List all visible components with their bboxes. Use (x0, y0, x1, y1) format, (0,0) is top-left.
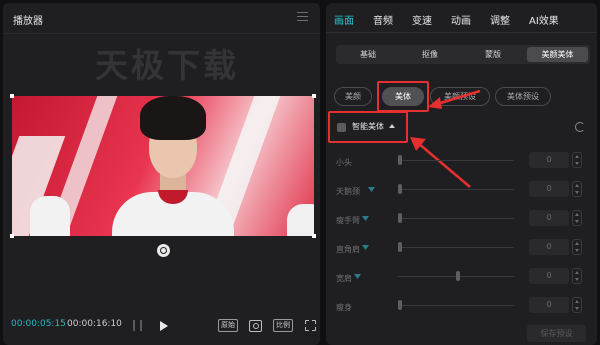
smart-body-checkbox[interactable] (337, 123, 346, 132)
slider-label: 宽肩 (336, 274, 352, 283)
slider-row: 直角肩 0 (326, 238, 597, 258)
stepper-arrows-icon[interactable] (572, 297, 582, 313)
stepper-arrows-icon[interactable] (572, 152, 582, 168)
tab-audio[interactable]: 音频 (373, 12, 393, 27)
slider-track[interactable] (398, 189, 514, 190)
ratio-button[interactable]: 原始 (218, 319, 238, 332)
save-preset-button[interactable]: 保存预设 (527, 325, 586, 342)
slider-row: 小头 0 (326, 151, 597, 171)
aspect-button[interactable]: 比例 (273, 319, 293, 332)
resize-handle[interactable] (312, 234, 316, 238)
slider-row: 瘦手臂 0 (326, 209, 597, 229)
crop-icon[interactable] (249, 320, 262, 332)
watermark: 天极下载 (95, 46, 239, 85)
slider-value-input[interactable]: 0 (529, 210, 569, 226)
tab-animation[interactable]: 动画 (451, 12, 471, 27)
slider-label: 直角肩 (336, 245, 360, 254)
properties-panel: 画面 音频 变速 动画 调整 AI效果 基础 抠像 蒙版 美颜美体 美颜 美体 … (326, 3, 597, 345)
current-time: 00:00:05:15 (11, 319, 66, 329)
arrow-annotation (428, 89, 481, 109)
frames-icon[interactable] (133, 320, 142, 331)
subtab-basic[interactable]: 基础 (338, 47, 398, 62)
resize-handle[interactable] (10, 94, 14, 98)
slider-knob[interactable] (398, 300, 402, 310)
tab-speed[interactable]: 变速 (412, 12, 432, 27)
reset-icon[interactable] (575, 122, 585, 132)
tab-adjust[interactable]: 调整 (490, 12, 510, 27)
slider-row: 瘦身 0 (326, 296, 597, 316)
slider-value-input[interactable]: 0 (529, 297, 569, 313)
slider-knob[interactable] (456, 271, 460, 281)
pill-face-beauty[interactable]: 美颜 (334, 87, 372, 106)
tab-ai-effects[interactable]: AI效果 (529, 12, 559, 27)
resize-handle[interactable] (312, 94, 316, 98)
subtab-mask[interactable]: 蒙版 (462, 47, 524, 62)
vip-diamond-icon (368, 187, 375, 192)
slider-row: 宽肩 0 (326, 267, 597, 287)
player-panel: 播放器 天极下载 00:00:05:15 00:00:16:10 原始 比例 (3, 3, 320, 345)
play-icon[interactable] (160, 321, 168, 331)
background-person (30, 196, 70, 236)
slider-label: 瘦身 (336, 303, 352, 312)
player-title: 播放器 (13, 16, 43, 27)
stepper-arrows-icon[interactable] (572, 210, 582, 226)
slider-label: 小头 (336, 158, 352, 167)
slider-knob[interactable] (398, 242, 402, 252)
stepper-arrows-icon[interactable] (572, 181, 582, 197)
video-preview[interactable] (12, 96, 314, 236)
slider-value-input[interactable]: 0 (529, 152, 569, 168)
app-root: 播放器 天极下载 00:00:05:15 00:00:16:10 原始 比例 画… (0, 0, 600, 345)
slider-value-input[interactable]: 0 (529, 239, 569, 255)
highlight-box (377, 81, 429, 112)
person-hair (140, 96, 206, 140)
slider-track[interactable] (398, 247, 514, 248)
subtab-bar: 基础 抠像 蒙版 美颜美体 (336, 45, 590, 64)
background-person (287, 204, 314, 236)
divider (3, 33, 320, 34)
resize-handle[interactable] (10, 234, 14, 238)
vip-diamond-icon (362, 245, 369, 250)
vip-diamond-icon (362, 216, 369, 221)
top-tabs: 画面 音频 变速 动画 调整 AI效果 (326, 3, 597, 33)
slider-row: 天鹅颈 0 (326, 180, 597, 200)
subtab-beauty-body[interactable]: 美颜美体 (527, 47, 588, 62)
subtab-cutout[interactable]: 抠像 (400, 47, 460, 62)
slider-knob[interactable] (398, 155, 402, 165)
slider-knob[interactable] (398, 184, 402, 194)
stepper-arrows-icon[interactable] (572, 239, 582, 255)
slider-track[interactable] (398, 305, 514, 306)
section-title: 智能美体 (352, 122, 384, 131)
slider-knob[interactable] (398, 213, 402, 223)
slider-value-input[interactable]: 0 (529, 268, 569, 284)
slider-track[interactable] (398, 218, 514, 219)
slider-label: 瘦手臂 (336, 216, 360, 225)
slider-label: 天鹅颈 (336, 187, 360, 196)
fullscreen-icon[interactable] (304, 319, 317, 332)
pill-body-preset[interactable]: 美体预设 (495, 87, 551, 106)
slider-value-input[interactable]: 0 (529, 181, 569, 197)
total-time: 00:00:16:10 (67, 319, 122, 329)
slider-track[interactable] (398, 160, 514, 161)
vip-diamond-icon (354, 274, 361, 279)
menu-icon[interactable] (297, 12, 308, 21)
rotate-icon[interactable] (157, 244, 170, 257)
collapse-icon[interactable] (389, 124, 395, 128)
stepper-arrows-icon[interactable] (572, 268, 582, 284)
tab-picture[interactable]: 画面 (334, 12, 354, 27)
